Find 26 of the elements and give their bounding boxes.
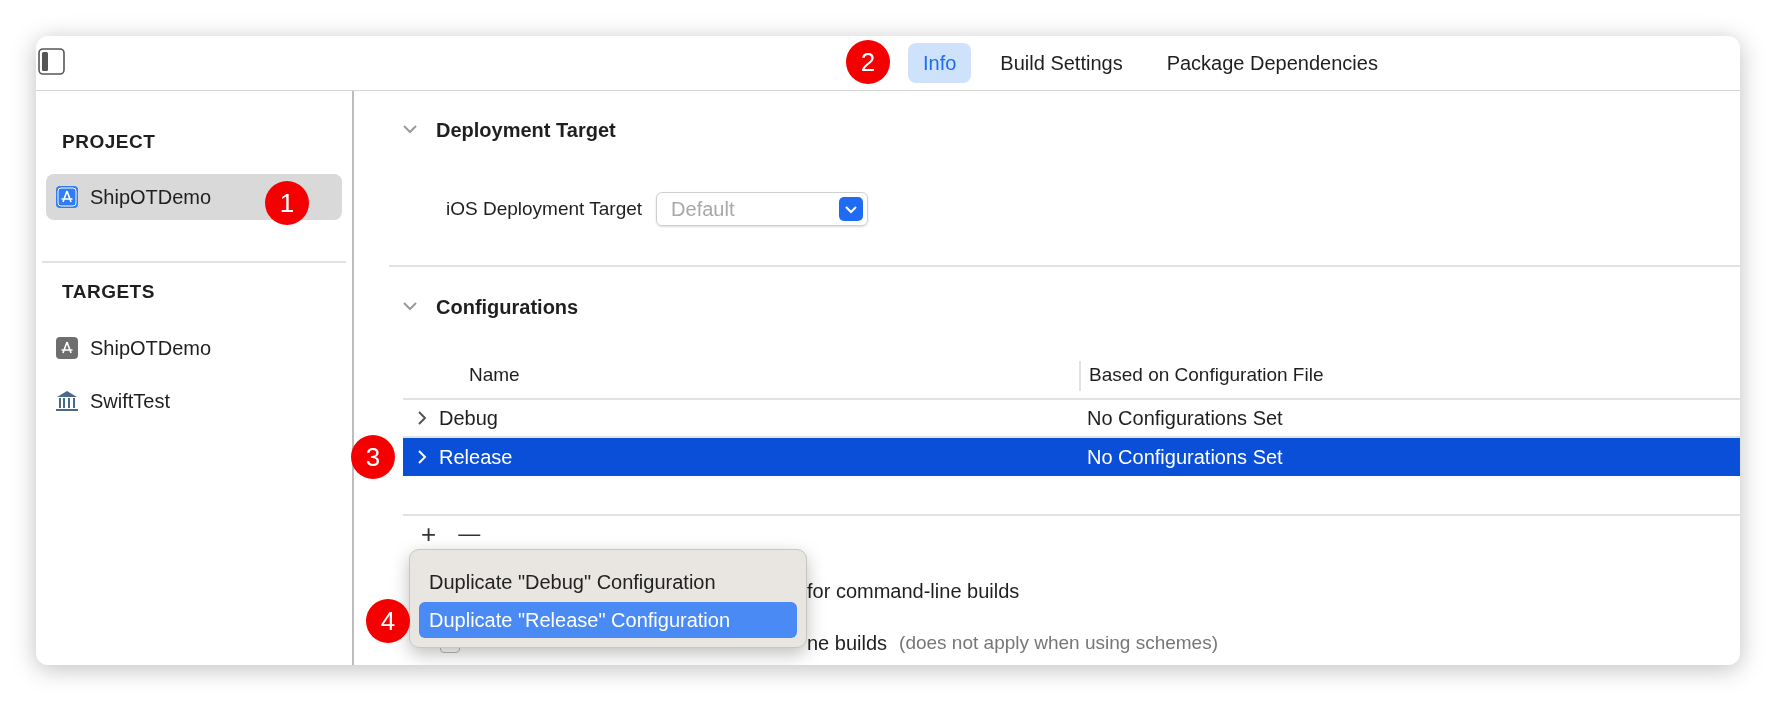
bank-building-icon [56,390,78,412]
column-header: Based on Configuration File [1079,360,1324,391]
option-label: for command-line builds [807,579,1020,604]
app-store-icon [56,337,78,359]
column-header: Name [468,363,521,388]
section-title: Configurations [436,295,579,320]
table-cell-text: No Configurations Set [1087,445,1283,470]
section-title: TARGETS [61,279,156,304]
menu-item[interactable]: Duplicate "Debug" Configuration [419,564,797,600]
section-title: Deployment Target [436,118,616,143]
tab[interactable]: Package Dependencies [1151,43,1393,83]
table-cell-text: Release [439,445,513,470]
sidebar-toggle-icon[interactable] [38,48,65,75]
table-cell-text: No Configurations Set [1087,406,1283,431]
option-note: (does not apply when using schemes) [899,630,1219,655]
remove-button[interactable]: — [458,523,481,545]
table-cell-text: Debug [439,406,498,431]
section-title: PROJECT [61,129,157,154]
field-label: iOS Deployment Target [446,196,643,221]
sidebar-item[interactable]: SwiftTest [46,378,342,424]
table-row[interactable]: Release No Configurations Set [403,438,1740,476]
option-label: ne builds [807,631,888,656]
sidebar-item[interactable]: ShipOTDemo [46,325,342,371]
tab[interactable]: Build Settings [985,43,1138,83]
app-store-icon [56,186,78,208]
add-button[interactable]: + [421,521,437,547]
